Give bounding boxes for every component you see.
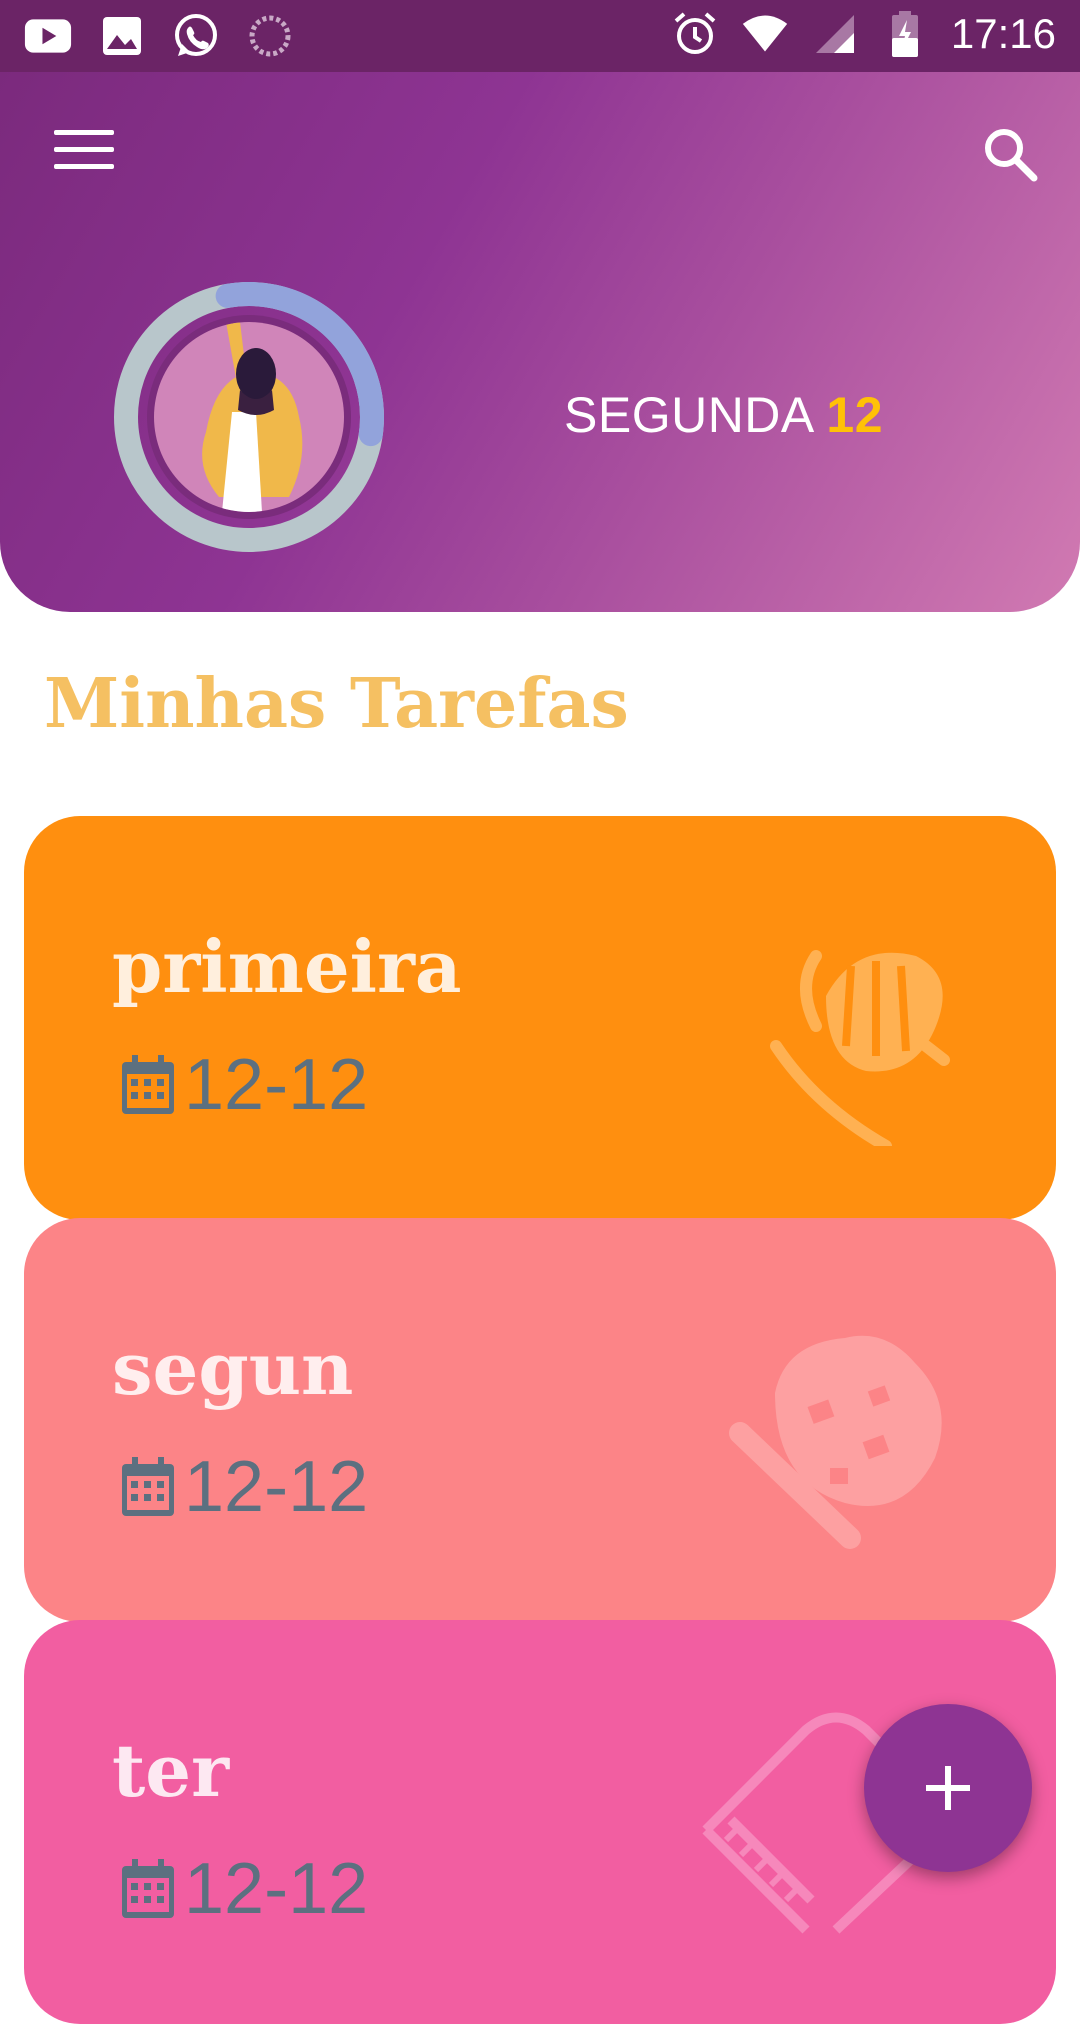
task-date: 12-12 (184, 1849, 369, 1929)
battery-icon (881, 10, 929, 58)
ice-cream-icon (729, 1335, 942, 1549)
wifi-icon (741, 10, 789, 58)
add-task-button[interactable]: + (864, 1704, 1032, 1872)
calendar-icon (122, 1859, 174, 1918)
search-icon[interactable] (980, 124, 1040, 184)
task-date-row: 12-12 (120, 1044, 368, 1126)
menu-icon[interactable] (54, 130, 114, 180)
task-date-row: 12-12 (120, 1848, 368, 1930)
day-number: 12 (826, 387, 884, 443)
microphone-icon (770, 950, 950, 1146)
loading-icon (246, 12, 294, 60)
task-card[interactable]: segun 12-12 (24, 1218, 1056, 1622)
current-day: SEGUNDA 12 (564, 386, 883, 444)
task-date-row: 12-12 (120, 1446, 368, 1528)
notification-icons (24, 12, 294, 60)
whatsapp-icon (172, 12, 220, 60)
calendar-icon (122, 1055, 174, 1114)
system-icons: 17:16 (671, 10, 1056, 58)
status-bar: 17:16 (0, 0, 1080, 72)
task-date: 12-12 (184, 1045, 369, 1125)
task-date: 12-12 (184, 1447, 369, 1527)
alarm-icon (671, 10, 719, 58)
youtube-icon (24, 12, 72, 60)
task-title: segun (112, 1326, 354, 1411)
plus-icon (926, 1766, 970, 1810)
day-name: SEGUNDA (564, 387, 813, 443)
task-card[interactable]: primeira 12-12 (24, 816, 1056, 1220)
calendar-icon (122, 1457, 174, 1516)
section-title: Minhas Tarefas (44, 664, 629, 744)
app-header: SEGUNDA 12 (0, 72, 1080, 612)
image-icon (98, 12, 146, 60)
task-title: ter (112, 1728, 229, 1813)
clock: 17:16 (950, 10, 1056, 57)
avatar-progress-ring[interactable] (114, 282, 384, 552)
task-title: primeira (112, 924, 462, 1009)
signal-icon (811, 10, 859, 58)
